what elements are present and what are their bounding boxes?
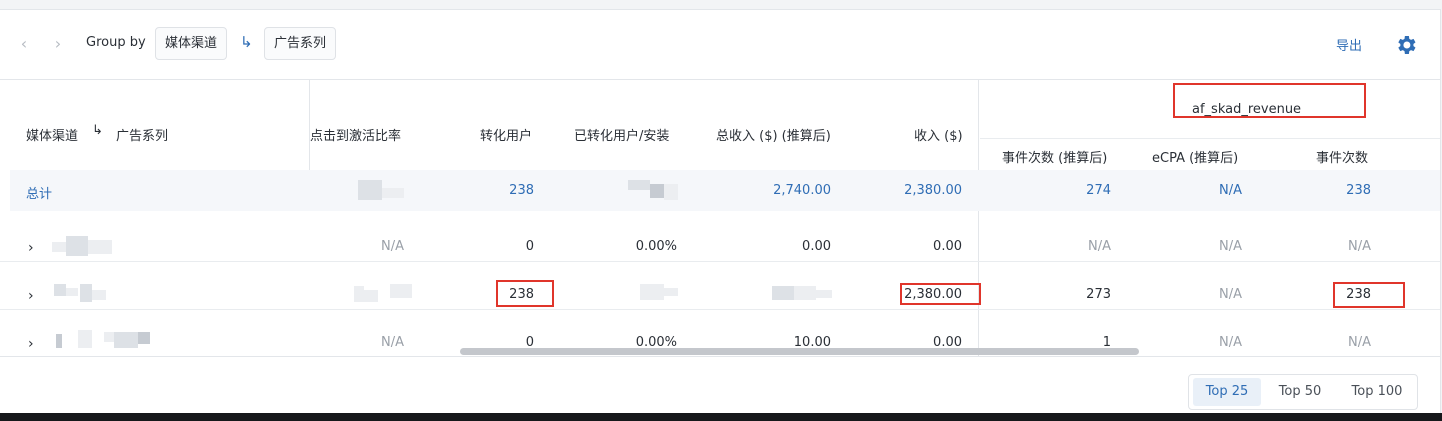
total-ecpa-estimated: N/A (1219, 183, 1242, 198)
group-by-label: Group by (86, 35, 146, 50)
redacted-label (88, 240, 112, 254)
cell-event-count: N/A (1348, 239, 1371, 254)
expand-row-icon[interactable]: › (28, 241, 42, 255)
highlight-box-event-group (1173, 83, 1366, 118)
cell-converted-users: 0 (525, 239, 534, 254)
total-revenue: 2,380.00 (904, 183, 962, 198)
table-bottom-border (0, 356, 1440, 357)
redacted-value (382, 188, 404, 198)
total-revenue-estimated: 2,740.00 (773, 183, 831, 198)
cell-click-to-install-ratio: N/A (381, 239, 404, 254)
redacted-value (390, 284, 412, 298)
redacted-label (114, 332, 138, 348)
expand-row-icon[interactable]: › (28, 289, 42, 303)
header-event-count[interactable]: 事件次数 (1316, 147, 1368, 166)
header-converted-per-install[interactable]: 已转化用户/安装 (574, 125, 669, 144)
cell-event-count: N/A (1348, 335, 1371, 350)
header-subgroup-arrow-icon: ↳ (92, 123, 103, 138)
redacted-value (364, 290, 378, 302)
group-chip-campaign[interactable]: 广告系列 (264, 27, 337, 60)
forward-arrow-icon[interactable]: › (48, 34, 68, 54)
header-ecpa-estimated[interactable]: eCPA (推算后) (1152, 147, 1238, 166)
header-total-revenue-estimated[interactable]: 总收入 ($) (推算后) (716, 125, 831, 144)
total-event-count: 238 (1346, 183, 1371, 198)
redacted-value (794, 286, 816, 300)
redacted-label (56, 334, 62, 348)
export-link[interactable]: 导出 (1336, 35, 1362, 54)
cell-click-to-install-ratio: N/A (381, 335, 404, 350)
cell-converted-per-install: 0.00% (635, 239, 677, 254)
cell-total-revenue-estimated: 0.00 (802, 239, 831, 254)
total-event-count-estimated: 274 (1086, 183, 1111, 198)
window-bottom-edge (0, 413, 1442, 421)
cell-ecpa-estimated: N/A (1219, 239, 1242, 254)
total-label: 总计 (26, 187, 53, 202)
row-divider (0, 309, 1440, 310)
redacted-label (78, 330, 92, 348)
redacted-label (92, 290, 106, 300)
total-converted-users: 238 (509, 183, 534, 198)
expand-row-icon[interactable]: › (28, 337, 42, 351)
back-arrow-icon[interactable]: ‹ (14, 34, 34, 54)
subgroup-arrow-icon: ↳ (240, 33, 253, 51)
header-event-count-estimated[interactable]: 事件次数 (推算后) (1002, 147, 1107, 166)
top-n-selector: Top 25 Top 50 Top 100 (1188, 374, 1418, 410)
header-converted-users[interactable]: 转化用户 (480, 125, 532, 144)
gear-icon[interactable] (1394, 33, 1418, 57)
redacted-label (138, 332, 150, 344)
cell-ecpa-estimated: N/A (1219, 287, 1242, 302)
header-media-source[interactable]: 媒体渠道 (26, 125, 78, 144)
header-revenue[interactable]: 收入 ($) (914, 125, 963, 144)
highlight-box-converted-users (496, 280, 554, 307)
cell-event-count-estimated: N/A (1088, 239, 1111, 254)
redacted-value (640, 284, 664, 300)
redacted-label (66, 236, 88, 256)
cell-revenue: 0.00 (933, 239, 962, 254)
top-25-option[interactable]: Top 25 (1193, 378, 1261, 406)
redacted-value (354, 286, 364, 302)
highlight-box-event-count (1333, 282, 1405, 308)
event-group-underline (980, 138, 1440, 139)
event-group-divider (978, 80, 979, 356)
redacted-value (358, 180, 382, 200)
header-click-to-install-ratio[interactable]: 点击到激活比率 (310, 125, 401, 144)
redacted-value (816, 290, 832, 298)
redacted-value (664, 288, 678, 296)
cell-ecpa-estimated: N/A (1219, 335, 1242, 350)
redacted-value (650, 184, 664, 198)
row-divider (0, 261, 1440, 262)
redacted-label (104, 332, 114, 342)
horizontal-scrollbar[interactable] (460, 348, 1139, 355)
redacted-label (66, 288, 78, 296)
toolbar: ‹ › Group by 媒体渠道 ↳ 广告系列 导出 (0, 10, 1440, 80)
report-card: ‹ › Group by 媒体渠道 ↳ 广告系列 导出 媒体渠道 ↳ 广告系列 … (0, 9, 1441, 414)
redacted-value (772, 286, 794, 300)
data-table: 媒体渠道 ↳ 广告系列 点击到激活比率 转化用户 已转化用户/安装 总收入 ($… (0, 80, 1440, 356)
highlight-box-revenue (900, 283, 981, 305)
redacted-label (52, 242, 66, 252)
redacted-value (664, 184, 678, 200)
redacted-label (54, 284, 66, 296)
top-100-option[interactable]: Top 100 (1339, 378, 1415, 406)
redacted-value (628, 180, 650, 190)
header-campaign[interactable]: 广告系列 (116, 125, 168, 144)
top-50-option[interactable]: Top 50 (1265, 378, 1335, 406)
redacted-label (80, 284, 92, 302)
cell-event-count-estimated: 273 (1086, 287, 1111, 302)
group-chip-media-source[interactable]: 媒体渠道 (155, 27, 228, 60)
